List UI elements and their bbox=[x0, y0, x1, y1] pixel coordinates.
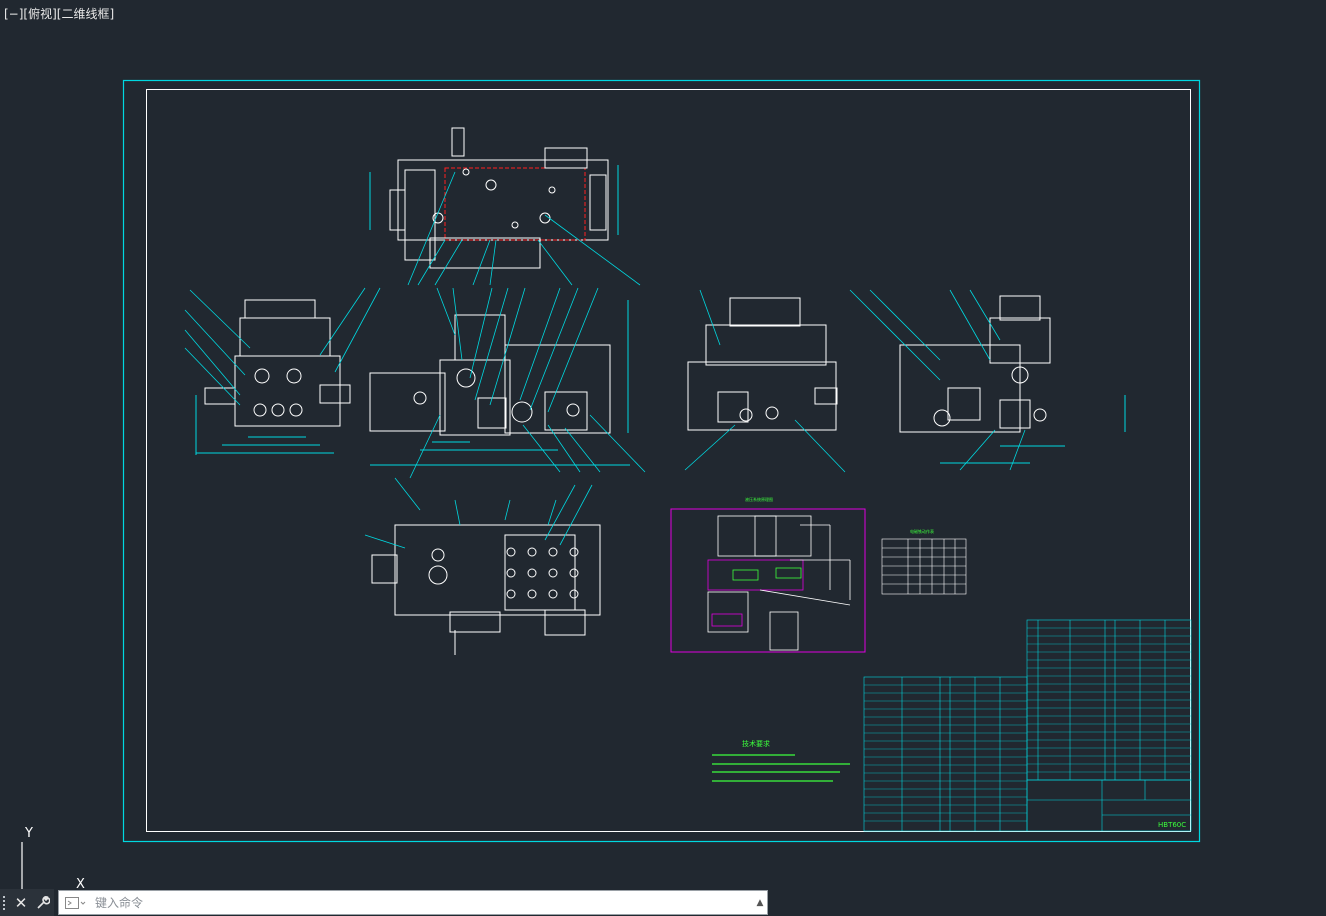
bottom-view bbox=[371, 524, 601, 655]
cad-drawing[interactable]: 液压系统原理图 电磁铁动作表 技术要求 HBT60C bbox=[0, 0, 1326, 916]
command-input[interactable] bbox=[93, 891, 753, 914]
model-viewport[interactable]: [−][俯视][二维线框] 液压系统原理图 电磁铁动作表 技术要求 HBT60C… bbox=[0, 0, 1326, 916]
command-history-toggle[interactable]: ▲ bbox=[753, 891, 767, 914]
command-input-container: ▲ bbox=[58, 890, 768, 915]
left-view bbox=[195, 299, 351, 455]
technical-requirements: 技术要求 bbox=[712, 739, 850, 782]
customize-wrench-icon[interactable] bbox=[32, 889, 54, 916]
solenoid-table: 电磁铁动作表 bbox=[881, 528, 967, 595]
parts-list bbox=[863, 619, 1192, 832]
command-line-grip-handle[interactable] bbox=[0, 889, 10, 916]
command-line: ✕ ▲ bbox=[0, 889, 770, 916]
sheet-inner-border bbox=[146, 89, 1191, 832]
front-view bbox=[369, 300, 630, 466]
command-prompt-icon[interactable] bbox=[59, 891, 93, 914]
hydraulic-schematic-title: 液压系统原理图 bbox=[745, 496, 773, 502]
model-label: HBT60C bbox=[1158, 821, 1186, 829]
close-icon[interactable]: ✕ bbox=[10, 889, 32, 916]
parts-list-rows bbox=[864, 627, 1191, 822]
technical-requirements-title: 技术要求 bbox=[742, 739, 770, 748]
top-view bbox=[369, 127, 619, 269]
solenoid-table-title: 电磁铁动作表 bbox=[910, 528, 934, 534]
rear-view bbox=[899, 295, 1126, 464]
hydraulic-schematic: 液压系统原理图 bbox=[670, 496, 866, 653]
leader-lines bbox=[184, 171, 1026, 549]
